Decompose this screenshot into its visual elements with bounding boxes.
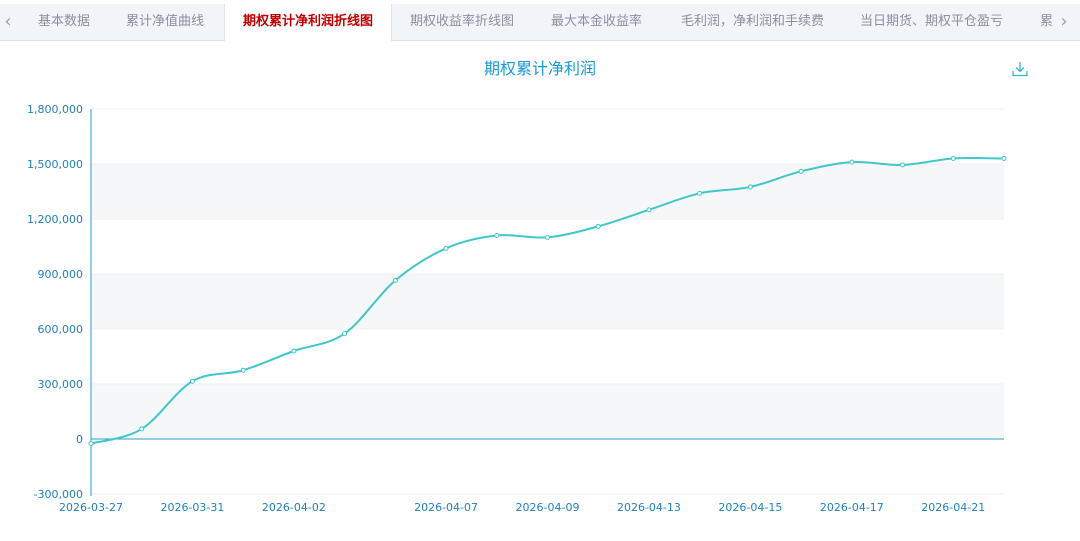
y-tick-label: 600,000 [38, 323, 84, 336]
data-point [747, 184, 753, 190]
y-tick-label: 900,000 [38, 268, 84, 281]
data-point [1001, 156, 1007, 161]
data-point [646, 207, 652, 213]
x-tick-label: 2026-04-09 [516, 501, 580, 514]
data-point [88, 441, 94, 447]
data-point [900, 162, 906, 168]
grid-band [91, 439, 1004, 494]
grid-band [91, 384, 1004, 439]
data-point [849, 159, 855, 165]
x-tick-label: 2026-04-15 [718, 501, 782, 514]
data-point [798, 168, 804, 174]
y-axis-ticks: -300,000 0 300,000 600,000 900,000 1,200,000 1… [27, 103, 83, 501]
data-point [697, 190, 703, 196]
y-tick-label: -300,000 [34, 488, 83, 501]
x-tick-label: 2026-03-27 [59, 501, 123, 514]
data-point [443, 245, 449, 251]
x-tick-label: 2026-03-31 [160, 501, 224, 514]
grid-bands [91, 109, 1004, 494]
data-point [494, 233, 500, 238]
y-tick-label: 300,000 [38, 378, 84, 391]
x-tick-label: 2026-04-13 [617, 501, 681, 514]
data-point [139, 426, 145, 432]
y-tick-label: 1,500,000 [27, 158, 83, 171]
grid-band [91, 274, 1004, 329]
grid-band [91, 164, 1004, 219]
grid-band [91, 109, 1004, 164]
data-point [595, 223, 601, 229]
x-axis-ticks: 2026-03-27 2026-03-31 2026-04-02 2026-04-07… [59, 501, 985, 514]
data-point [291, 348, 297, 354]
x-tick-label: 2026-04-21 [921, 501, 985, 514]
x-tick-label: 2026-04-02 [262, 501, 326, 514]
grid-band [91, 219, 1004, 274]
data-point [240, 367, 246, 373]
x-tick-label: 2026-04-17 [820, 501, 884, 514]
data-point [950, 156, 956, 161]
y-tick-label: 1,800,000 [27, 103, 83, 116]
grid-band [91, 329, 1004, 384]
data-point [392, 277, 398, 283]
x-tick-label: 2026-04-07 [414, 501, 478, 514]
y-tick-label: 1,200,000 [27, 213, 83, 226]
data-point [545, 234, 550, 240]
data-point [189, 378, 195, 384]
data-point [342, 331, 348, 337]
y-tick-label: 0 [76, 433, 83, 446]
line-chart: -300,000 0 300,000 600,000 900,000 1,200,000 1… [27, 103, 1007, 514]
